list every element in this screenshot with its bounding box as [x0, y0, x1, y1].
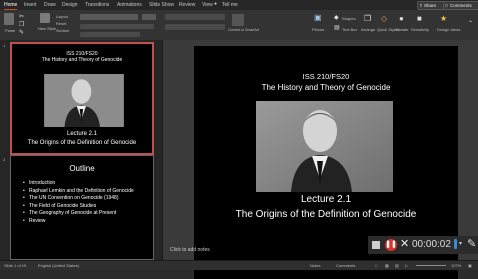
picture-icon[interactable]: ▣ [314, 14, 322, 22]
recording-toolbar: ❚❚ ✕ 00:00:02 ▾ ✎ [368, 236, 478, 254]
slide-number-1: 1 [3, 43, 6, 48]
zoom-level[interactable]: 107% [451, 263, 461, 268]
comment-icon: □ [445, 3, 448, 8]
notes-toggle[interactable]: Notes [310, 263, 320, 268]
thumb2-title: Outline [69, 164, 95, 173]
thumb1-title: The Origins of the Definition of Genocid… [27, 140, 137, 146]
section-button[interactable]: Section [56, 28, 69, 33]
slideshow-icon[interactable]: ▷ [405, 263, 408, 268]
stop-icon[interactable] [372, 241, 380, 249]
convert-smartart-label: Convert to SmartArt [228, 28, 259, 32]
microphone-icon[interactable]: ● [399, 15, 404, 23]
list-item: The UN Convention on Genocide (1948) [23, 195, 151, 202]
portrait-photo [40, 74, 128, 127]
list-item: Introduction [23, 180, 151, 187]
slide-counter: Slide 1 of 19 [4, 263, 27, 268]
slide-number-2: 2 [3, 157, 6, 162]
font-effects-buttons[interactable] [80, 32, 140, 37]
list-item: The Geography of Genocide at Present [23, 210, 151, 217]
ribbon-toolbar: Paste ✂ ❐ ✎ New Slide Layout Reset Secti… [0, 10, 478, 41]
font-size-select[interactable] [142, 14, 156, 20]
paragraph-list-buttons[interactable] [165, 14, 225, 20]
picture-label: Picture [312, 27, 325, 32]
tab-transitions[interactable]: Transitions [85, 2, 109, 8]
new-slide-button[interactable] [40, 13, 50, 23]
tab-animations[interactable]: Animations [117, 2, 142, 8]
smartart-icon[interactable] [232, 14, 244, 26]
font-family-select[interactable] [80, 14, 138, 20]
recording-timer: 00:00:02 [412, 239, 451, 250]
share-label: Share [424, 3, 437, 8]
sensitivity-label: Sensitivity [411, 27, 430, 32]
new-slide-label: New Slide [38, 26, 57, 31]
list-item: The Field of Genocide Studies [23, 203, 151, 210]
fit-to-window-icon[interactable]: ▣ [468, 263, 472, 268]
copy-icon[interactable]: ❐ [19, 21, 24, 29]
tab-slide-show[interactable]: Slide Show [149, 2, 174, 8]
outline-list: Introduction Raphael Lemkin and the Defi… [23, 180, 151, 225]
design-ideas-label: Design Ideas [437, 27, 461, 32]
list-item: Raphael Lemkin and the Definition of Gen… [23, 188, 151, 195]
tab-view[interactable]: View [202, 2, 213, 8]
text-box-icon[interactable]: ▤ [334, 24, 340, 32]
paragraph-align-buttons[interactable] [165, 24, 225, 30]
slide-editor[interactable]: ISS 210/FS20 The History and Theory of G… [163, 40, 478, 279]
chevron-down-icon[interactable]: ▾ [459, 240, 462, 247]
text-box-label: Text Box [342, 27, 358, 32]
ribbon-tab-bar: Home Insert Draw Design Transitions Anim… [0, 0, 478, 10]
design-ideas-icon[interactable]: ★ [440, 15, 447, 23]
slide-sorter-icon[interactable]: ▦ [385, 263, 389, 268]
layout-button[interactable]: Layout [56, 14, 68, 19]
slide-course-code[interactable]: ISS 210/FS20 [194, 72, 458, 81]
slide-thumbnail-pane[interactable]: 1 ISS 210/FS20 The History and Theory of… [0, 40, 163, 260]
slide-title[interactable]: The Origins of the Definition of Genocid… [194, 209, 458, 220]
arrange-label: Arrange [361, 27, 376, 32]
cut-icon[interactable]: ✂ [19, 13, 24, 21]
zoom-slider[interactable] [416, 265, 446, 266]
tab-draw[interactable]: Draw [44, 2, 56, 8]
collapse-ribbon-icon[interactable]: ⌃ [468, 20, 473, 28]
paste-button[interactable] [4, 13, 14, 25]
tab-insert[interactable]: Insert [24, 2, 37, 8]
share-icon: ⇧ [419, 3, 423, 8]
dictate-label: Dictate [396, 27, 409, 32]
font-format-buttons[interactable] [80, 24, 154, 29]
reset-button[interactable]: Reset [56, 21, 66, 26]
language-indicator[interactable]: English (United States) [38, 263, 79, 268]
portrait-photo[interactable] [256, 101, 393, 192]
comments-button[interactable]: □ Comments [443, 1, 478, 10]
pen-icon[interactable]: ✎ [467, 237, 476, 250]
paste-label: Paste [5, 28, 16, 33]
comments-label: Comments [450, 3, 472, 8]
lightbulb-icon: ● [214, 1, 218, 7]
slide-lecture-number[interactable]: Lecture 2.1 [194, 194, 458, 205]
tab-home[interactable]: Home [4, 2, 18, 10]
arrange-icon[interactable]: ❐ [364, 15, 371, 23]
tab-design[interactable]: Design [62, 2, 78, 8]
close-icon[interactable]: ✕ [400, 237, 409, 250]
quick-styles-icon[interactable]: ◇ [381, 15, 387, 23]
pause-icon[interactable]: ❚❚ [385, 239, 397, 251]
notes-field[interactable]: Click to add notes [170, 247, 210, 253]
tab-review[interactable]: Review [179, 2, 195, 8]
sensitivity-icon[interactable]: ■ [417, 15, 422, 23]
comments-toggle[interactable]: Comments [336, 263, 355, 268]
tell-me-search[interactable]: Tell me [222, 2, 238, 8]
thumb1-subtitle: The History and Theory of Genocide [41, 57, 123, 63]
thumb1-lecture: Lecture 2.1 [66, 131, 98, 137]
reading-view-icon[interactable]: ▤ [395, 263, 399, 268]
microphone-level-icon [454, 239, 457, 249]
format-painter-icon[interactable]: ✎ [19, 29, 24, 37]
slide-thumbnail-1[interactable]: ISS 210/FS20 The History and Theory of G… [10, 42, 154, 155]
normal-view-icon[interactable]: □ [375, 263, 377, 268]
shapes-label: Shapes [342, 16, 356, 21]
slide-subtitle[interactable]: The History and Theory of Genocide [194, 83, 458, 92]
slide-thumbnail-2[interactable]: Outline Introduction Raphael Lemkin and … [10, 155, 154, 260]
shapes-icon[interactable]: ◆ [334, 14, 339, 22]
list-item: Review [23, 218, 151, 225]
